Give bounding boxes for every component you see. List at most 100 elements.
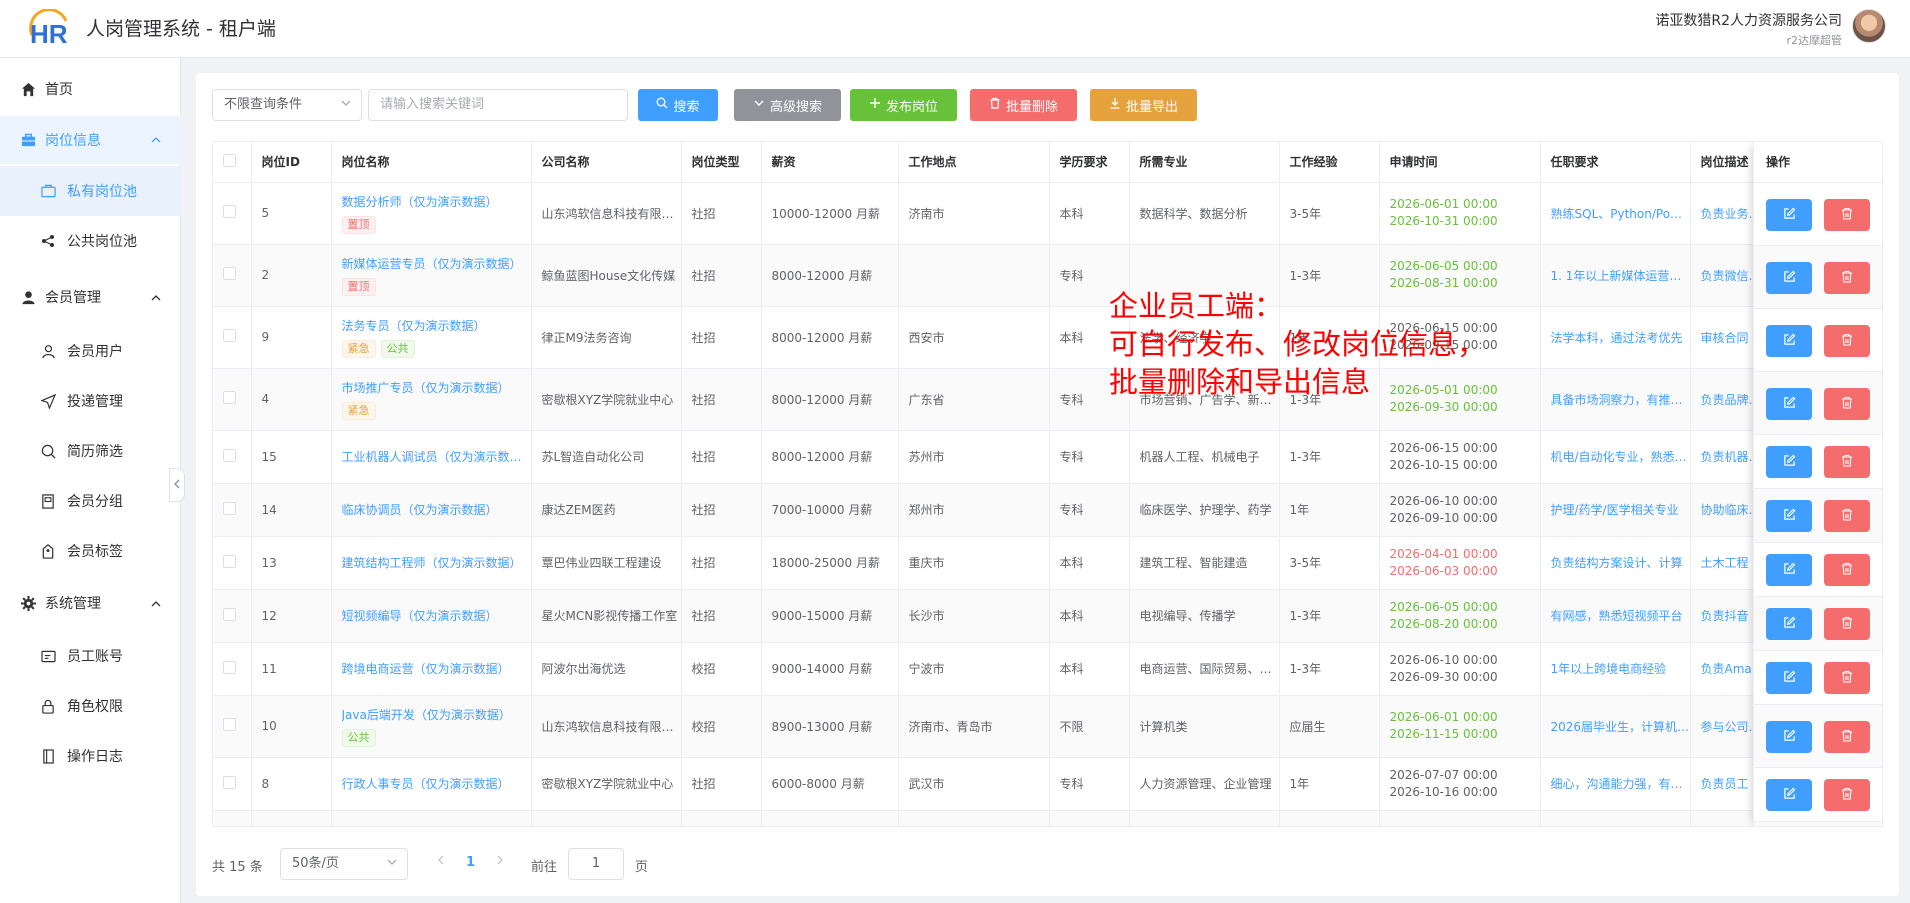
select-all-checkbox[interactable] (213, 142, 252, 183)
sidebar-item-member-users[interactable]: 会员用户 (0, 328, 181, 374)
job-name-link[interactable]: 法务专员（仅为演示数据） (342, 317, 531, 334)
col-header[interactable]: 公司名称 (531, 142, 682, 183)
next-page-button[interactable] (495, 854, 505, 870)
sidebar-item-role-perm[interactable]: 角色权限 (0, 683, 181, 729)
sidebar-item-op-log[interactable]: 操作日志 (0, 733, 181, 779)
sidebar-item-home[interactable]: 首页 (0, 66, 181, 112)
edit-button[interactable] (1766, 608, 1812, 640)
edit-button[interactable] (1766, 721, 1812, 753)
delete-button[interactable] (1824, 325, 1870, 357)
col-header[interactable]: 岗位ID (251, 142, 332, 183)
cell-job-name[interactable]: 行政人事专员（仅为演示数据） (331, 757, 532, 811)
cell-requirement[interactable]: 1年以上跨境电商经验 (1540, 642, 1691, 696)
job-name-link[interactable]: 市场推广专员（仅为演示数据） (342, 379, 531, 396)
job-name-link[interactable]: 工业机器人调试员（仅为演示数据） (342, 448, 531, 465)
row-checkbox[interactable] (213, 483, 252, 537)
cell-job-name[interactable]: 跨境电商运营（仅为演示数据） (331, 642, 532, 696)
edit-button[interactable] (1766, 388, 1812, 420)
delete-button[interactable] (1824, 199, 1870, 231)
cell-requirement[interactable]: 有网感，熟悉短视频平台 (1540, 589, 1691, 643)
col-header[interactable]: 岗位类型 (681, 142, 762, 183)
row-checkbox[interactable] (213, 430, 252, 484)
col-header[interactable]: 薪资 (761, 142, 899, 183)
job-name-link[interactable]: Java后端开发（仅为演示数据） (342, 706, 531, 723)
delete-button[interactable] (1824, 721, 1870, 753)
row-checkbox[interactable] (213, 536, 252, 590)
edit-button[interactable] (1766, 500, 1812, 532)
sidebar-item-public-jobs[interactable]: 公共岗位池 (0, 218, 181, 264)
col-header[interactable]: 岗位名称 (331, 142, 532, 183)
row-checkbox[interactable] (213, 810, 252, 826)
cell-requirement[interactable]: 2026届毕业生，计算机相关 (1540, 695, 1691, 758)
job-name-link[interactable]: 临床协调员（仅为演示数据） (342, 501, 531, 518)
row-checkbox[interactable] (213, 306, 252, 369)
edit-button[interactable] (1766, 325, 1812, 357)
cell-job-name[interactable]: 新媒体运营专员（仅为演示数据） 置顶 (331, 244, 532, 307)
cell-job-name[interactable]: 市场推广专员（仅为演示数据） 紧急 (331, 368, 532, 431)
col-header[interactable]: 任职要求 (1540, 142, 1691, 183)
row-checkbox[interactable] (213, 642, 252, 696)
col-header[interactable]: 学历要求 (1049, 142, 1130, 183)
page-size-select[interactable]: 50条/页 (280, 848, 408, 880)
delete-button[interactable] (1824, 446, 1870, 478)
sidebar-item-member-mgmt[interactable]: 会员管理 (0, 274, 181, 320)
goto-page-input[interactable]: 1 (568, 848, 624, 880)
delete-button[interactable] (1824, 262, 1870, 294)
delete-button[interactable] (1824, 554, 1870, 586)
sidebar-item-system-mgmt[interactable]: 系统管理 (0, 580, 181, 626)
cell-requirement[interactable]: 熟练SQL、Python/Power BI (1540, 182, 1691, 245)
cell-job-name[interactable]: 销售经理教育行业（仅为演示数据） (331, 810, 532, 826)
search-input[interactable]: 请输入搜索关键词 (368, 89, 628, 121)
row-checkbox[interactable] (213, 182, 252, 245)
publish-job-button[interactable]: 发布岗位 (850, 89, 957, 121)
row-checkbox[interactable] (213, 695, 252, 758)
job-name-link[interactable]: 数据分析师（仅为演示数据） (342, 193, 531, 210)
cell-requirement[interactable]: 1. 1年以上新媒体运营经验 (1540, 244, 1691, 307)
sidebar-collapse-button[interactable] (169, 468, 185, 502)
cell-requirement[interactable]: 细心，沟通能力强，有经验 (1540, 757, 1691, 811)
delete-button[interactable] (1824, 388, 1870, 420)
cell-requirement[interactable]: 法学本科，通过法考优先 (1540, 306, 1691, 369)
batch-delete-button[interactable]: 批量删除 (970, 89, 1077, 121)
edit-button[interactable] (1766, 779, 1812, 811)
edit-button[interactable] (1766, 554, 1812, 586)
delete-button[interactable] (1824, 608, 1870, 640)
job-name-link[interactable]: 跨境电商运营（仅为演示数据） (342, 660, 531, 677)
delete-button[interactable] (1824, 500, 1870, 532)
sidebar-item-delivery[interactable]: 投递管理 (0, 378, 181, 424)
advanced-search-button[interactable]: 高级搜索 (734, 89, 841, 121)
avatar[interactable] (1852, 9, 1886, 43)
row-checkbox[interactable] (213, 244, 252, 307)
edit-button[interactable] (1766, 446, 1812, 478)
cell-job-name[interactable]: 短视频编导（仅为演示数据） (331, 589, 532, 643)
sidebar-item-resume-filter[interactable]: 简历筛选 (0, 428, 181, 474)
job-name-link[interactable]: 短视频编导（仅为演示数据） (342, 607, 531, 624)
edit-button[interactable] (1766, 662, 1812, 694)
delete-button[interactable] (1824, 662, 1870, 694)
row-checkbox[interactable] (213, 368, 252, 431)
row-checkbox[interactable] (213, 589, 252, 643)
col-header[interactable]: 工作地点 (898, 142, 1050, 183)
edit-button[interactable] (1766, 199, 1812, 231)
company-info[interactable]: 诺亚数猎R2人力资源服务公司 r2达摩超管 (1655, 10, 1842, 48)
cell-requirement[interactable]: 负责结构方案设计、计算 (1540, 536, 1691, 590)
cell-requirement[interactable] (1540, 810, 1691, 826)
cell-requirement[interactable]: 护理/药学/医学相关专业 (1540, 483, 1691, 537)
cell-job-name[interactable]: 临床协调员（仅为演示数据） (331, 483, 532, 537)
cell-job-name[interactable]: 数据分析师（仅为演示数据） 置顶 (331, 182, 532, 245)
sidebar-item-member-group[interactable]: 会员分组 (0, 478, 181, 524)
sidebar-item-job-info[interactable]: 岗位信息 (0, 116, 181, 164)
cell-requirement[interactable]: 具备市场洞察力，有推广经验 (1540, 368, 1691, 431)
batch-export-button[interactable]: 批量导出 (1090, 89, 1197, 121)
job-name-link[interactable]: 新媒体运营专员（仅为演示数据） (342, 255, 531, 272)
page-number-current[interactable]: 1 (466, 855, 475, 870)
search-button[interactable]: 搜索 (638, 89, 718, 121)
delete-button[interactable] (1824, 779, 1870, 811)
sidebar-item-member-tag[interactable]: 会员标签 (0, 528, 181, 574)
col-header[interactable]: 所需专业 (1129, 142, 1280, 183)
edit-button[interactable] (1766, 262, 1812, 294)
col-header[interactable]: 工作经验 (1279, 142, 1380, 183)
cell-job-name[interactable]: 工业机器人调试员（仅为演示数据） (331, 430, 532, 484)
condition-select[interactable]: 不限查询条件 (212, 89, 362, 121)
row-checkbox[interactable] (213, 757, 252, 811)
